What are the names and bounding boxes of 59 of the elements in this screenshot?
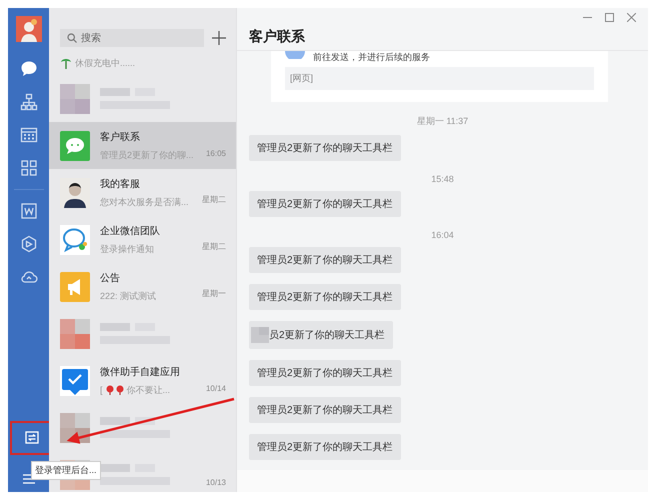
- timestamp: 星期二: [202, 194, 226, 205]
- status-text: 休假充电中......: [75, 56, 136, 70]
- time-divider: 星期一 11:37: [416, 115, 470, 128]
- conversation-item[interactable]: 微伴助手自建应用 [ 你不要让... 10/14: [49, 357, 236, 404]
- conversation-item[interactable]: 客户联系 管理员2更新了你的聊... 16:05: [49, 122, 236, 169]
- message-preview: 您对本次服务是否满...: [100, 196, 189, 208]
- app-grid-icon[interactable]: [20, 159, 38, 177]
- link-card[interactable]: 前往发送，并进行后续的服务 [网页]: [271, 51, 608, 102]
- conversation-item[interactable]: 公告 222: 测试测试 星期一: [49, 263, 236, 310]
- search-icon: [67, 33, 77, 43]
- message-bubble: 管理员2更新了你的聊天工具栏: [249, 360, 401, 386]
- team-chat-avatar: [60, 224, 90, 254]
- contact-name: 微伴助手自建应用: [100, 366, 181, 378]
- card-text: 前往发送，并进行后续的服务: [313, 51, 430, 64]
- close-icon[interactable]: [627, 13, 636, 22]
- timestamp: 星期一: [202, 288, 226, 299]
- tooltip: 登录管理后台...: [31, 461, 101, 480]
- time-divider: 15:48: [430, 174, 455, 184]
- checkmark-app-avatar: [60, 366, 90, 396]
- org-chart-icon[interactable]: [20, 93, 38, 111]
- add-icon[interactable]: [212, 31, 226, 45]
- message-bubble: 管理员2更新了你的聊天工具栏: [249, 434, 401, 460]
- calendar-icon[interactable]: [20, 126, 38, 144]
- message-bubble: 管理员2更新了你的聊天工具栏: [249, 191, 401, 217]
- document-icon[interactable]: [20, 202, 38, 220]
- timestamp: 10/13: [206, 478, 226, 487]
- message-preview: 登录操作通知: [100, 242, 154, 256]
- contact-name: 企业微信团队: [100, 224, 161, 238]
- contact-name: 客户联系: [100, 130, 141, 144]
- conversation-item[interactable]: 我的客服 您对本次服务是否满... 星期二: [49, 169, 236, 216]
- conversation-item[interactable]: 企业微信团队 登录操作通知 星期二: [49, 216, 236, 263]
- message-preview: 222: 测试测试: [100, 290, 156, 302]
- message-bubble: 管理员2更新了你的聊天工具栏: [249, 247, 401, 273]
- palm-tree-icon: [61, 57, 71, 69]
- timestamp: 星期二: [202, 241, 226, 252]
- message-bubble: 管理员2更新了你的聊天工具栏: [249, 135, 401, 161]
- message-bubble: 管理员2更新了你的聊天工具栏: [249, 284, 401, 310]
- search-field[interactable]: 搜索: [60, 29, 204, 47]
- maximize-icon[interactable]: [605, 13, 614, 22]
- avatar-icon: [285, 51, 305, 59]
- timestamp: 16:05: [206, 149, 226, 158]
- balloon-icon: [106, 385, 124, 395]
- message-bubble: 管理员2更新了你的聊天工具栏: [249, 397, 401, 423]
- chat-app-avatar: [60, 130, 90, 160]
- hexagon-icon[interactable]: [20, 235, 38, 253]
- megaphone-avatar: [60, 272, 90, 302]
- avatar-icon[interactable]: [16, 16, 42, 42]
- contact-name: 公告: [100, 272, 121, 284]
- contact-name: 我的客服: [100, 178, 141, 190]
- chat-bubble-icon[interactable]: [20, 60, 38, 78]
- bracket-text: [: [100, 385, 103, 395]
- message-preview: 你不要让...: [126, 384, 170, 396]
- link-label: [网页]: [285, 67, 594, 90]
- message-bubble: 员2更新了你的聊天工具栏: [249, 321, 393, 349]
- time-divider: 16:04: [430, 230, 455, 240]
- chat-title: 客户联系: [249, 28, 305, 46]
- timestamp: 10/14: [206, 384, 226, 393]
- message-input-area[interactable]: [237, 470, 648, 492]
- message-preview: 管理员2更新了你的聊...: [100, 148, 194, 162]
